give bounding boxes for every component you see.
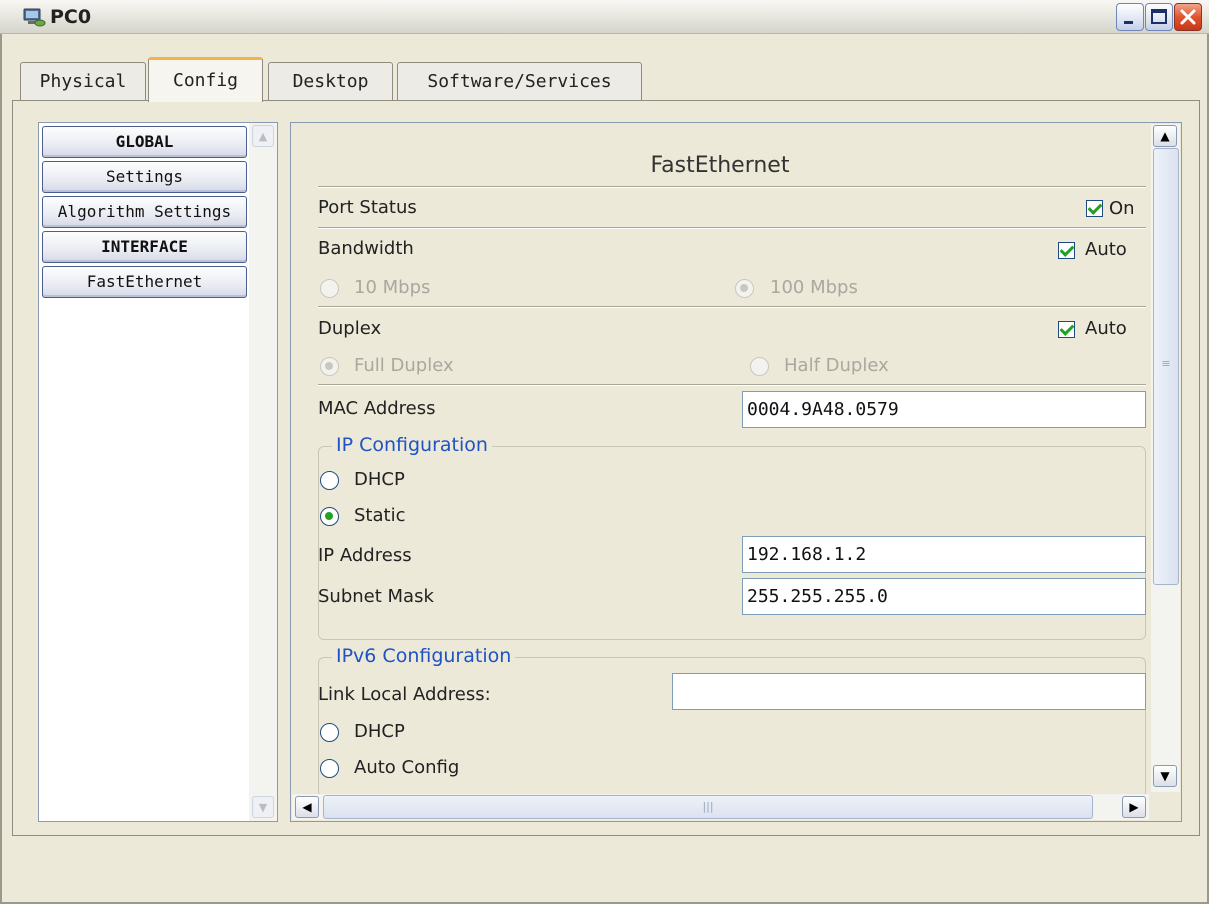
chevron-up-icon: ▲ xyxy=(258,130,268,143)
ip-config-title: IP Configuration xyxy=(332,434,492,456)
minimize-button[interactable] xyxy=(1116,3,1144,31)
full-duplex-label: Full Duplex xyxy=(354,355,454,376)
ip-address-field[interactable]: 192.168.1.2 xyxy=(742,536,1146,573)
nav-header-interface[interactable]: INTERFACE xyxy=(42,231,247,263)
horizontal-scroll-thumb[interactable]: ||| xyxy=(323,795,1093,819)
ipv6-auto-config-label: Auto Config xyxy=(354,757,460,778)
scroll-up-button[interactable]: ▲ xyxy=(1153,125,1177,147)
tab-desktop[interactable]: Desktop xyxy=(268,62,393,100)
maximize-button[interactable] xyxy=(1145,3,1173,31)
ip-static-radio[interactable] xyxy=(320,507,339,526)
scroll-down-button[interactable]: ▼ xyxy=(1153,765,1177,787)
close-icon xyxy=(1180,9,1196,25)
ipv6-auto-config-radio[interactable] xyxy=(320,759,339,778)
bandwidth-100-radio[interactable] xyxy=(735,279,754,298)
bandwidth-label: Bandwidth xyxy=(318,238,414,259)
ip-dhcp-label: DHCP xyxy=(354,469,405,490)
ipv6-config-title: IPv6 Configuration xyxy=(332,645,516,667)
subnet-mask-label: Subnet Mask xyxy=(318,586,434,607)
port-status-checkbox-label: On xyxy=(1109,198,1135,219)
duplex-auto-checkbox[interactable] xyxy=(1058,321,1075,338)
nav-scroll-up-button[interactable]: ▲ xyxy=(252,125,274,147)
nav-scrollbar[interactable] xyxy=(249,123,277,821)
divider xyxy=(318,306,1146,308)
tab-software-services[interactable]: Software/Services xyxy=(397,62,642,100)
chevron-down-icon: ▼ xyxy=(1160,769,1170,783)
ipv6-dhcp-label: DHCP xyxy=(354,721,405,742)
nav-scroll-down-button[interactable]: ▼ xyxy=(252,796,274,818)
tab-config[interactable]: Config xyxy=(148,57,263,102)
close-button[interactable] xyxy=(1174,3,1202,31)
title-bar[interactable] xyxy=(0,0,1209,34)
mac-address-label: MAC Address xyxy=(318,398,436,419)
tab-physical[interactable]: Physical xyxy=(20,62,146,100)
subnet-mask-field[interactable]: 255.255.255.0 xyxy=(742,578,1146,615)
half-duplex-radio[interactable] xyxy=(750,357,769,376)
duplex-auto-label: Auto xyxy=(1085,318,1127,339)
scroll-right-button[interactable]: ▶ xyxy=(1122,796,1146,818)
bandwidth-10-label: 10 Mbps xyxy=(354,277,431,298)
link-local-address-field[interactable] xyxy=(672,673,1146,710)
divider xyxy=(318,227,1146,229)
bandwidth-10-radio[interactable] xyxy=(320,279,339,298)
chevron-up-icon: ▲ xyxy=(1160,129,1170,143)
port-status-checkbox[interactable] xyxy=(1086,200,1103,217)
nav-item-fastethernet[interactable]: FastEthernet xyxy=(42,266,247,298)
bandwidth-100-label: 100 Mbps xyxy=(770,277,858,298)
duplex-label: Duplex xyxy=(318,318,382,339)
pc-device-icon xyxy=(22,6,46,28)
nav-item-algorithm-settings[interactable]: Algorithm Settings xyxy=(42,196,247,228)
divider xyxy=(318,384,1146,386)
scroll-left-button[interactable]: ◀ xyxy=(295,796,319,818)
grip-icon: ||| xyxy=(702,800,714,813)
panel-heading: FastEthernet xyxy=(650,153,790,178)
full-duplex-radio[interactable] xyxy=(320,357,339,376)
nav-header-global[interactable]: GLOBAL xyxy=(42,126,247,158)
chevron-down-icon: ▼ xyxy=(258,801,268,814)
ipv6-dhcp-radio[interactable] xyxy=(320,723,339,742)
bandwidth-auto-label: Auto xyxy=(1085,239,1127,260)
ip-address-label: IP Address xyxy=(318,545,412,566)
ip-static-label: Static xyxy=(354,505,406,526)
port-status-label: Port Status xyxy=(318,197,417,218)
chevron-right-icon: ▶ xyxy=(1129,800,1139,814)
window-title: PC0 xyxy=(50,6,92,28)
minimize-icon xyxy=(1124,21,1133,24)
half-duplex-label: Half Duplex xyxy=(784,355,889,376)
nav-item-settings[interactable]: Settings xyxy=(42,161,247,193)
maximize-icon xyxy=(1151,9,1167,24)
chevron-left-icon: ◀ xyxy=(302,800,312,814)
vertical-scroll-thumb[interactable]: ≡ xyxy=(1153,148,1179,585)
bandwidth-auto-checkbox[interactable] xyxy=(1058,242,1075,259)
link-local-address-label: Link Local Address: xyxy=(318,684,491,705)
ip-dhcp-radio[interactable] xyxy=(320,471,339,490)
grip-icon: ≡ xyxy=(1161,357,1171,370)
divider xyxy=(318,186,1146,188)
mac-address-field[interactable]: 0004.9A48.0579 xyxy=(742,391,1146,428)
